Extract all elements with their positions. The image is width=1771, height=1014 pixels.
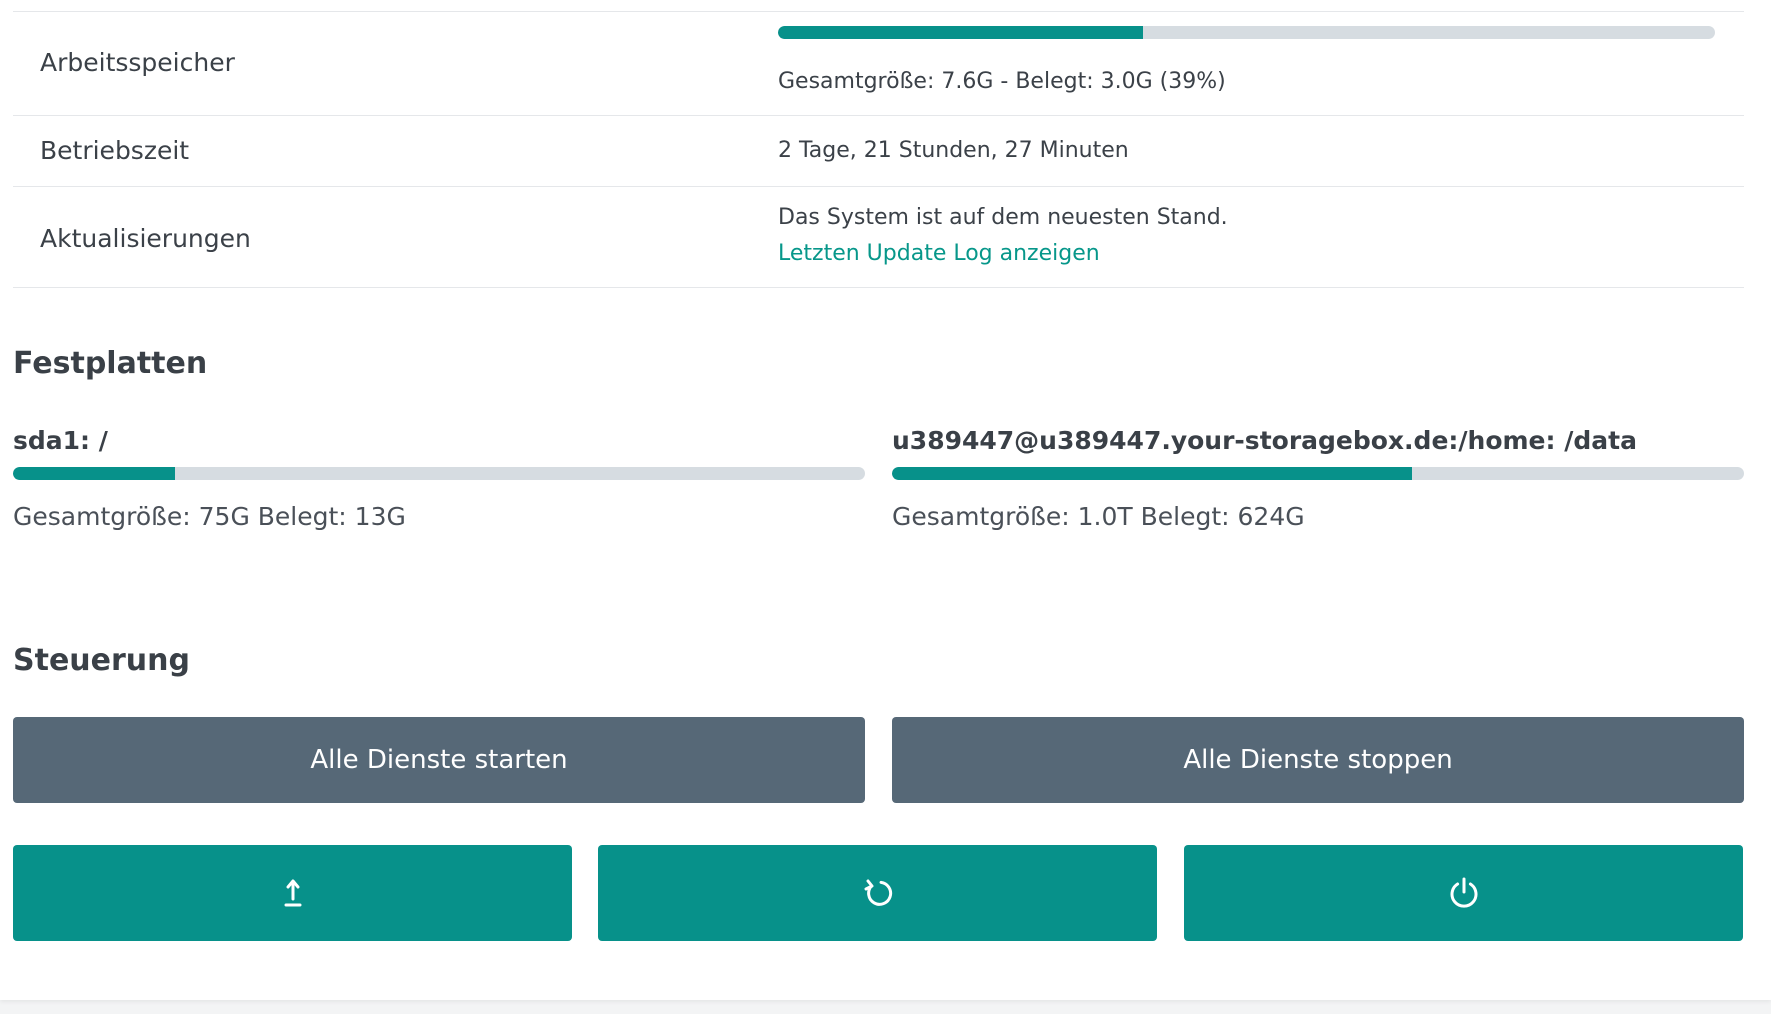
updates-label: Aktualisierungen	[40, 224, 251, 253]
power-icon	[1447, 876, 1481, 910]
disk-name: sda1: /	[13, 426, 108, 455]
memory-progress-bar	[778, 26, 1715, 39]
stop-all-services-button[interactable]: Alle Dienste stoppen	[892, 717, 1744, 803]
restart-icon	[862, 877, 894, 909]
shutdown-button[interactable]	[1184, 845, 1743, 941]
disk-usage-text: Gesamtgröße: 75G Belegt: 13G	[13, 502, 406, 531]
disk-card-data: u389447@u389447.your-storagebox.de:/home…	[892, 426, 1744, 531]
memory-label: Arbeitsspeicher	[40, 48, 235, 77]
disk-usage-fill	[13, 467, 175, 480]
system-info-table: Arbeitsspeicher Gesamtgröße: 7.6G - Bele…	[13, 11, 1744, 288]
updates-status: Das System ist auf dem neuesten Stand.	[778, 205, 1228, 230]
memory-usage-text: Gesamtgröße: 7.6G - Belegt: 3.0G (39%)	[778, 69, 1226, 94]
disk-usage-text: Gesamtgröße: 1.0T Belegt: 624G	[892, 502, 1305, 531]
uptime-row: Betriebszeit 2 Tage, 21 Stunden, 27 Minu…	[13, 116, 1744, 187]
disk-name: u389447@u389447.your-storagebox.de:/home…	[892, 426, 1637, 455]
disk-card-root: sda1: / Gesamtgröße: 75G Belegt: 13G	[13, 426, 865, 531]
memory-progress-fill	[778, 26, 1144, 39]
controls-section-title: Steuerung	[13, 643, 190, 678]
disk-usage-bar	[13, 467, 865, 480]
restart-button[interactable]	[598, 845, 1157, 941]
start-all-services-button[interactable]: Alle Dienste starten	[13, 717, 865, 803]
disk-usage-fill	[892, 467, 1412, 480]
disks-section-title: Festplatten	[13, 346, 208, 381]
uptime-label: Betriebszeit	[40, 136, 190, 165]
disk-usage-bar	[892, 467, 1744, 480]
updates-row: Aktualisierungen Das System ist auf dem …	[13, 187, 1744, 288]
memory-row: Arbeitsspeicher Gesamtgröße: 7.6G - Bele…	[13, 12, 1744, 116]
update-log-link[interactable]: Letzten Update Log anzeigen	[778, 241, 1100, 266]
upload-button[interactable]	[13, 845, 572, 941]
dashboard-panel: Arbeitsspeicher Gesamtgröße: 7.6G - Bele…	[0, 0, 1771, 1000]
upload-icon	[283, 878, 303, 908]
uptime-value: 2 Tage, 21 Stunden, 27 Minuten	[778, 138, 1129, 163]
